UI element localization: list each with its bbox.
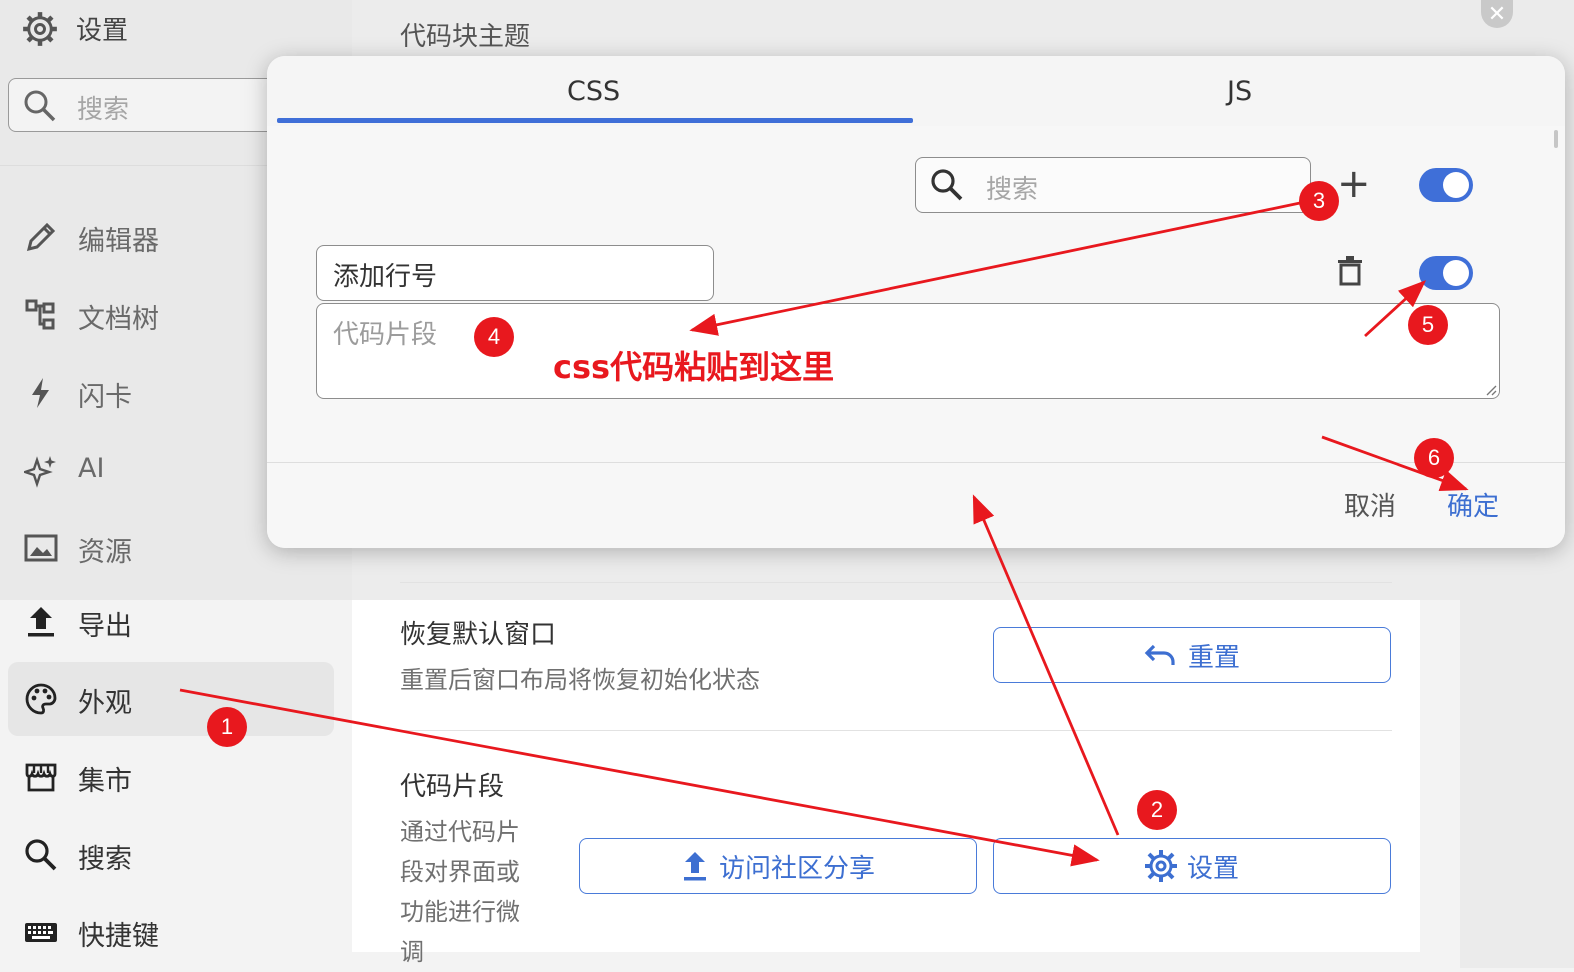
snippet-settings-label: 设置 (1186, 853, 1239, 884)
code-placeholder: 代码片段 (333, 320, 438, 350)
sidebar-item-label: 导出 (78, 611, 132, 642)
sidebar-item-shortcuts[interactable]: 快捷键 (8, 895, 334, 969)
confirm-button[interactable]: 确定 (1447, 486, 1499, 523)
pencil-icon (26, 222, 56, 252)
upload-icon (683, 852, 706, 881)
cancel-button[interactable]: 取消 (1344, 486, 1396, 523)
reset-button[interactable]: 重置 (993, 627, 1391, 683)
sidebar-item-label: AI (78, 453, 105, 484)
divider (400, 730, 1392, 731)
resize-grip-icon[interactable] (1485, 384, 1497, 396)
sidebar-item-export[interactable]: 导出 (8, 585, 334, 659)
lightning-icon (32, 378, 49, 408)
sidebar-search-input[interactable]: 搜索 (8, 78, 308, 132)
tree-icon (25, 299, 55, 330)
sidebar-item-label: 搜索 (78, 844, 132, 875)
code-theme-label: 代码块主题 (400, 22, 531, 52)
search-icon (25, 839, 57, 871)
search-icon (24, 90, 56, 122)
sidebar-item-label: 闪卡 (78, 382, 132, 413)
trash-icon[interactable] (1337, 256, 1363, 286)
palette-icon (25, 683, 57, 715)
undo-icon (1144, 644, 1175, 665)
settings-header: 设置 (22, 10, 128, 47)
sidebar-item-marketplace[interactable]: 集市 (8, 740, 334, 814)
image-icon (24, 534, 58, 562)
code-snippet-title: 代码片段 (400, 772, 505, 802)
sparkle-icon (24, 456, 56, 488)
step-marker-2: 2 (1137, 790, 1177, 830)
visit-community-button[interactable]: 访问社区分享 (579, 838, 977, 894)
settings-title: 设置 (76, 16, 129, 46)
snippet-search-placeholder: 搜索 (986, 175, 1039, 205)
divider (400, 582, 1392, 583)
step-marker-4: 4 (474, 317, 514, 357)
tab-css[interactable]: CSS (567, 76, 620, 107)
step-marker-1: 1 (207, 707, 247, 747)
paste-css-note: css代码粘贴到这里 (553, 348, 835, 386)
all-snippets-toggle[interactable] (1419, 168, 1473, 202)
step-marker-6: 6 (1414, 438, 1454, 478)
tab-js[interactable]: JS (1227, 76, 1252, 107)
snippet-settings-button[interactable]: 设置 (993, 838, 1391, 894)
sidebar-item-label: 文档树 (78, 304, 159, 335)
desc-line: 通过代码片 (400, 818, 520, 846)
gear-icon (23, 11, 57, 46)
sidebar-item-label: 资源 (78, 537, 132, 568)
step-marker-5: 5 (1408, 305, 1448, 345)
reset-button-label: 重置 (1187, 642, 1240, 673)
sidebar-item-label: 外观 (78, 688, 132, 719)
add-snippet-button[interactable]: + (1337, 164, 1371, 204)
active-tab-indicator (277, 118, 913, 123)
visit-community-label: 访问社区分享 (718, 853, 875, 884)
sidebar-item-label: 编辑器 (78, 226, 159, 257)
restore-window-title: 恢复默认窗口 (400, 620, 557, 650)
snippet-search-input[interactable]: 搜索 (915, 157, 1311, 213)
restore-window-desc: 重置后窗口布局将恢复初始化状态 (400, 666, 760, 694)
desc-line: 段对界面或 (400, 858, 520, 886)
step-marker-3: 3 (1299, 181, 1339, 221)
gear-icon (1144, 850, 1177, 882)
sidebar-item-search[interactable]: 搜索 (8, 818, 334, 892)
sidebar-item-label: 集市 (78, 766, 132, 797)
snippet-enable-toggle[interactable] (1419, 256, 1473, 290)
snippet-name-input[interactable]: 添加行号 (316, 245, 714, 301)
code-snippet-desc: 通过代码片 段对界面或 功能进行微 调 (400, 812, 520, 972)
search-icon (931, 169, 963, 201)
desc-line: 功能进行微 (400, 898, 520, 926)
dialog-tabbar: CSS JS (267, 56, 1565, 126)
sidebar-search-placeholder: 搜索 (77, 95, 130, 125)
desc-line: 调 (400, 938, 424, 966)
sidebar-item-label: 快捷键 (78, 921, 159, 952)
sidebar-item-appearance[interactable]: 外观 (8, 662, 334, 736)
dialog-scrollbar[interactable] (1554, 130, 1558, 148)
code-snippet-dialog: CSS JS 搜索 + 添加行号 代码片段 取消 确定 (267, 56, 1565, 548)
upload-icon (28, 607, 54, 637)
store-icon (25, 763, 57, 792)
keyboard-icon (25, 923, 57, 942)
